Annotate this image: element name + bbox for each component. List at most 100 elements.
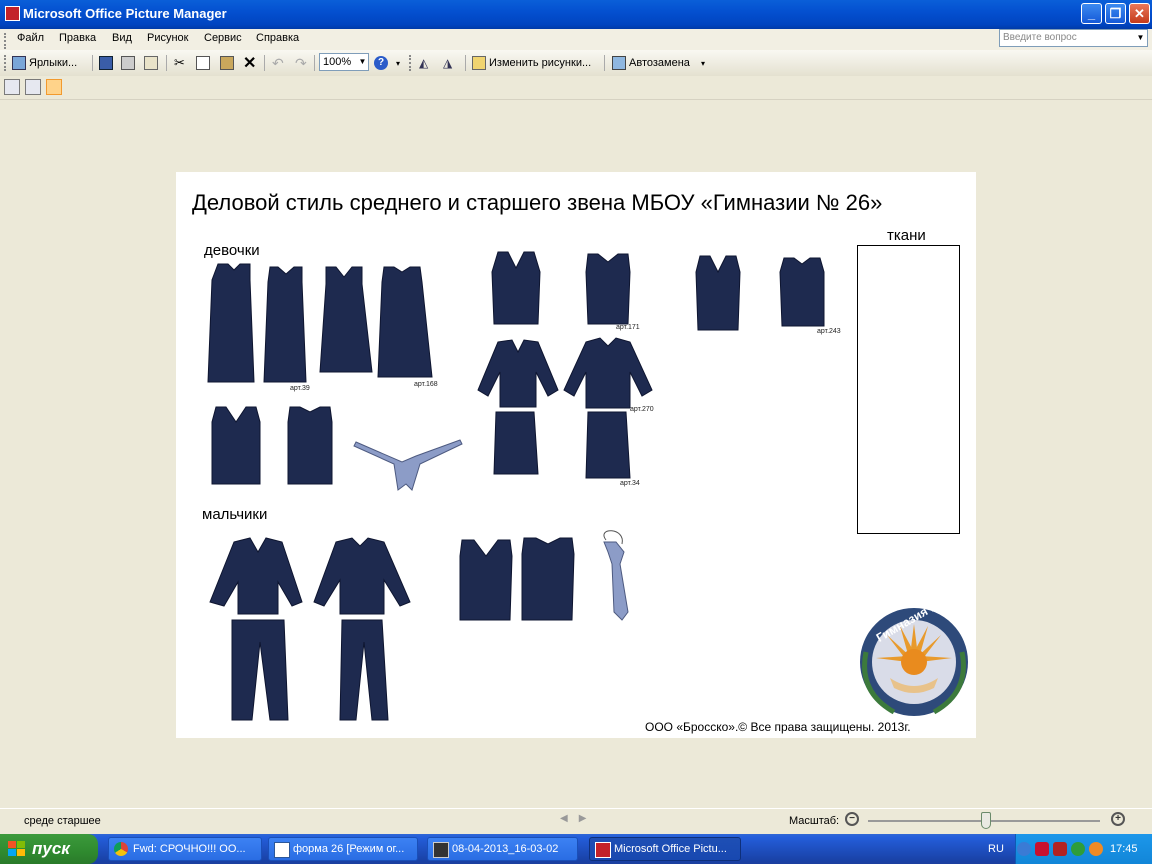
status-file-name: среде старшее — [24, 815, 101, 827]
rotate-right-button[interactable]: ◮ — [443, 53, 452, 73]
toolbar-separator — [604, 55, 605, 71]
scissors-icon: ✂ — [174, 55, 185, 70]
window-title: Microsoft Office Picture Manager — [23, 6, 227, 21]
menu-picture[interactable]: Рисунок — [147, 32, 189, 44]
autocorrect-icon — [612, 56, 626, 70]
picture-manager-icon — [595, 842, 611, 858]
security-tray-icon[interactable] — [1053, 842, 1067, 856]
save-button[interactable] — [99, 53, 113, 73]
help-icon: ? — [374, 56, 388, 70]
zoom-value: 100% — [323, 56, 352, 68]
help-search-input[interactable]: Введите вопрос ▼ — [999, 29, 1148, 47]
taskbar-item-picture-manager[interactable]: Microsoft Office Pictu... — [589, 837, 741, 861]
zoom-in-icon[interactable]: + — [1111, 812, 1125, 826]
paste-button[interactable] — [220, 53, 234, 73]
picture-nav-arrows[interactable]: ◀ ▶ — [560, 813, 587, 824]
start-label: пуск — [32, 839, 70, 858]
chevron-down-icon[interactable]: ▼ — [1134, 30, 1147, 46]
menu-view[interactable]: Вид — [112, 32, 132, 44]
cut-button[interactable]: ✂ — [174, 53, 185, 73]
taskbar-item-label: форма 26 [Режим ог... — [293, 843, 405, 855]
zoom-select[interactable]: 100% ▼ — [319, 53, 369, 71]
toolbar-grip[interactable] — [4, 55, 9, 71]
rotate-left-icon: ◭ — [419, 56, 429, 70]
edit-pictures-button[interactable]: Изменить рисунки... — [472, 53, 591, 73]
picture-manager-app-icon — [5, 6, 20, 21]
rotate-left-button[interactable]: ◭ — [419, 53, 428, 73]
zoom-label: Масштаб: — [789, 815, 840, 827]
save-icon — [99, 56, 113, 70]
update-tray-icon[interactable] — [1071, 842, 1085, 856]
toolbar-separator — [166, 55, 167, 71]
filmstrip-view-button[interactable] — [25, 79, 41, 95]
app-tray-icon[interactable] — [1089, 842, 1103, 856]
boys-jacket-illustration — [313, 537, 411, 615]
taskbar-item-label: 08-04-2013_16-03-02 — [452, 843, 559, 855]
vest-illustration — [521, 537, 575, 621]
shortcuts-label: Ярлыки... — [29, 57, 78, 69]
toolbar-grip[interactable] — [409, 55, 414, 71]
menu-tools[interactable]: Сервис — [204, 32, 242, 44]
language-indicator[interactable]: RU — [988, 843, 1004, 855]
picture-canvas[interactable]: Деловой стиль среднего и старшего звена … — [176, 172, 976, 738]
taskbar-item-label: Microsoft Office Pictu... — [614, 843, 727, 855]
waistcoat-illustration — [585, 253, 631, 325]
email-button[interactable] — [144, 53, 158, 73]
delete-button[interactable]: ✕ — [243, 53, 256, 73]
copy-button[interactable] — [196, 53, 210, 73]
menu-file[interactable]: Файл — [17, 32, 44, 44]
copyright-text: ООО «Бросско».© Все права защищены. 2013… — [645, 720, 911, 734]
autocorrect-button[interactable]: Автозамена — [612, 53, 690, 73]
tray-expand-icon[interactable] — [1017, 842, 1031, 856]
skirt-illustration — [493, 411, 539, 475]
word-doc-icon — [274, 842, 290, 858]
jacket-illustration — [477, 339, 559, 408]
zoom-out-icon[interactable]: − — [845, 812, 859, 826]
acrobat-tray-icon[interactable] — [1035, 842, 1049, 856]
maximize-button[interactable]: ❐ — [1105, 3, 1126, 24]
undo-button[interactable]: ↶ — [272, 53, 284, 73]
dress-illustration — [319, 266, 373, 373]
close-button[interactable]: ✕ — [1129, 3, 1150, 24]
minimize-button[interactable]: _ — [1081, 3, 1102, 24]
toolbar-options-button[interactable]: ▾ — [701, 53, 705, 73]
menu-bar: Файл Правка Вид Рисунок Сервис Справка — [0, 29, 1152, 50]
edit-pencil-icon — [472, 56, 486, 70]
skirt-illustration — [585, 411, 631, 479]
toolbar-separator — [465, 55, 466, 71]
help-button[interactable]: ? — [374, 53, 388, 73]
taskbar-item-word[interactable]: форма 26 [Режим ог... — [268, 837, 418, 861]
toolbar-options-button[interactable]: ▾ — [396, 53, 400, 73]
dress-illustration — [263, 266, 307, 383]
shortcuts-button[interactable]: Ярлыки... — [12, 53, 77, 73]
single-picture-view-button[interactable] — [46, 79, 62, 95]
waistcoat-illustration — [695, 255, 741, 331]
menu-grip[interactable] — [4, 33, 9, 49]
zoom-slider-thumb[interactable] — [981, 812, 991, 829]
jacket-illustration — [563, 337, 653, 409]
uniform-illustrations — [207, 251, 968, 721]
dress-illustration — [207, 263, 255, 383]
boys-jacket-illustration — [209, 537, 303, 615]
trousers-illustration — [339, 619, 389, 721]
menu-edit[interactable]: Правка — [59, 32, 96, 44]
thumbnail-view-button[interactable] — [4, 79, 20, 95]
print-button[interactable] — [121, 53, 135, 73]
waistcoat-illustration — [779, 257, 825, 327]
scarf-tie-illustration — [353, 439, 463, 491]
start-button[interactable]: пуск — [0, 834, 98, 864]
taskbar-item-chrome[interactable]: Fwd: СРОЧНО!!! ОО... — [108, 837, 262, 861]
menu-help[interactable]: Справка — [256, 32, 299, 44]
delete-x-icon: ✕ — [243, 55, 257, 72]
help-search-placeholder: Введите вопрос — [1003, 32, 1077, 43]
toolbar-options-icon: ▾ — [396, 58, 401, 68]
waistcoat-illustration — [491, 251, 541, 325]
toolbar-separator — [92, 55, 93, 71]
chevron-down-icon[interactable]: ▼ — [357, 54, 368, 70]
redo-button[interactable]: ↷ — [295, 53, 307, 73]
view-toolbar — [0, 76, 1152, 100]
taskbar-item-label: Fwd: СРОЧНО!!! ОО... — [133, 843, 246, 855]
vest-illustration — [287, 406, 333, 485]
undo-icon: ↶ — [272, 54, 284, 71]
taskbar-item-video[interactable]: 08-04-2013_16-03-02 — [427, 837, 578, 861]
